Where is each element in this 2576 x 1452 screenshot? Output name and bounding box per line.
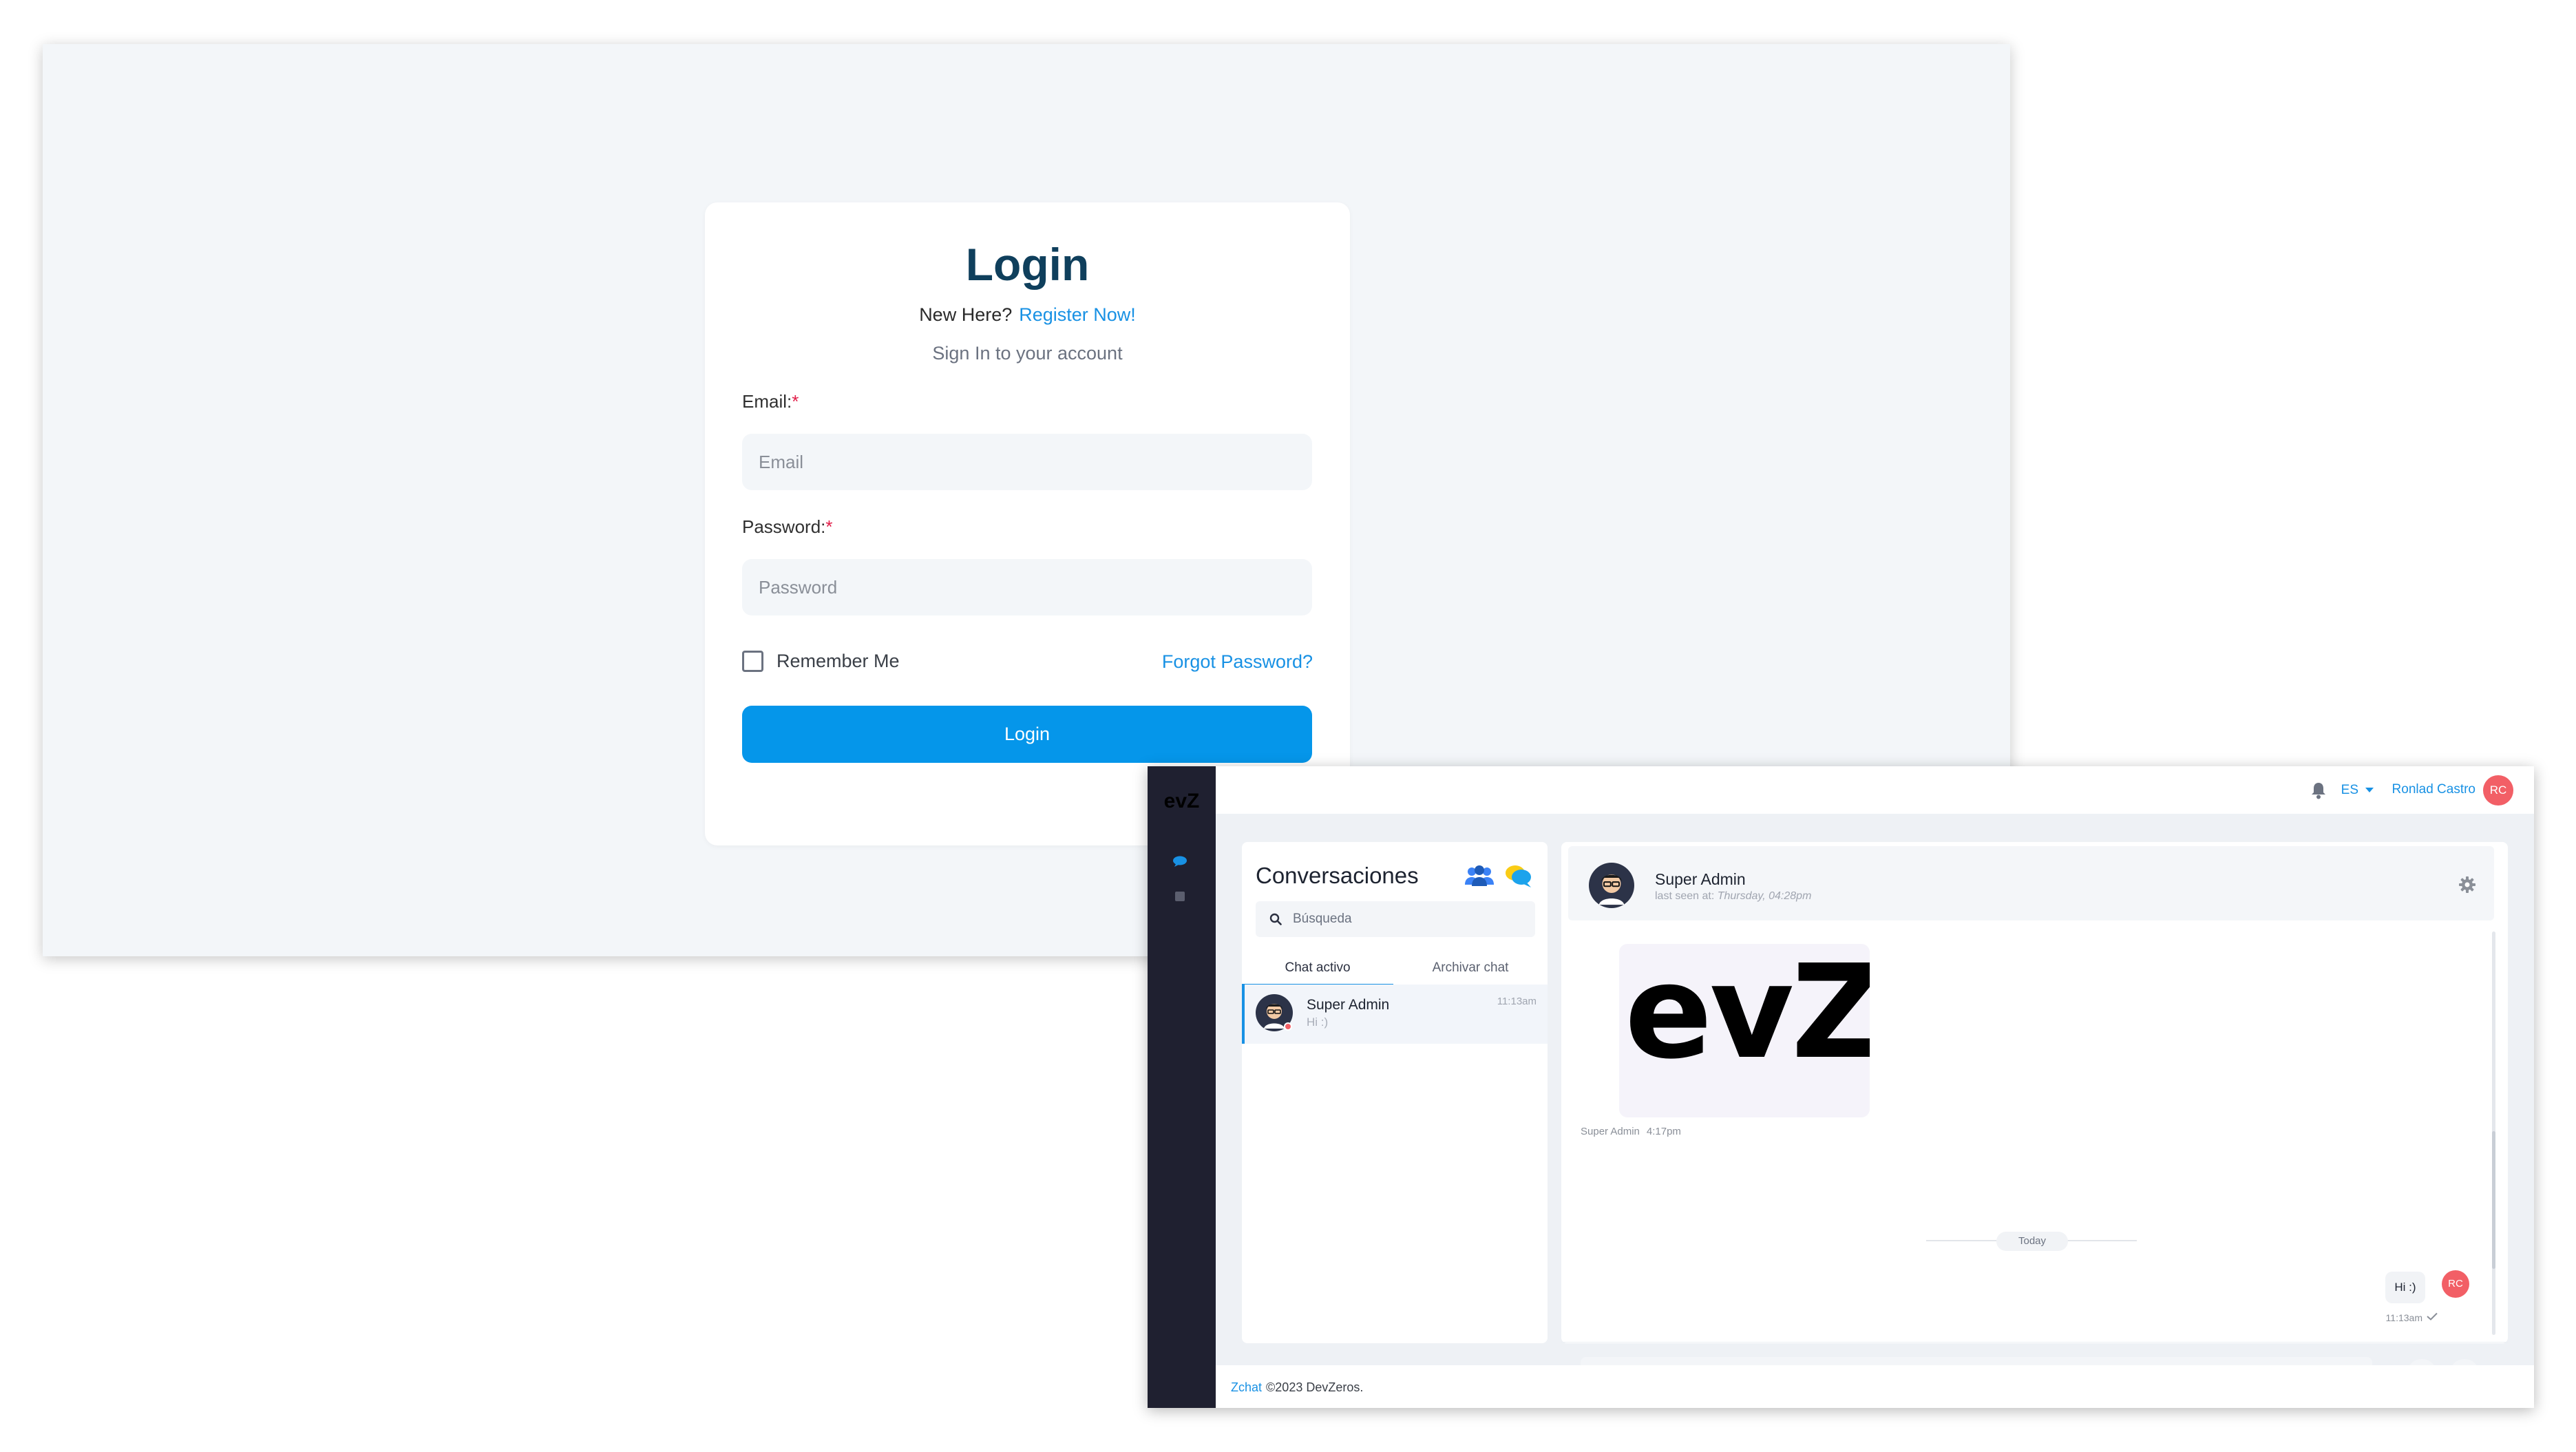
divider-line [2061, 1240, 2137, 1241]
user-avatar[interactable]: RC [2483, 775, 2513, 806]
topbar: ES Ronlad Castro RC [1216, 766, 2534, 814]
conversation-time: 11:13am [1497, 996, 1537, 1007]
scrollbar[interactable] [2492, 932, 2495, 1335]
footer-text: Zchat ©2023 DevZeros. [1231, 1380, 1364, 1394]
last-seen: last seen at: Thursday, 04:28pm [1655, 890, 1812, 902]
tab-active-chat[interactable]: Chat activo [1242, 960, 1393, 986]
conversations-panel: Conversaciones Chat activo Archivar chat [1242, 842, 1548, 1343]
password-label: Password:* [742, 516, 833, 537]
chat-bubble-icon[interactable] [1172, 856, 1187, 867]
register-link[interactable]: Register Now! [1019, 304, 1136, 325]
footer: Zchat ©2023 DevZeros. [1216, 1365, 2534, 1408]
language-select[interactable]: ES [2341, 783, 2374, 798]
sidebar-logo[interactable]: evZ [1148, 790, 1216, 813]
login-button[interactable]: Login [742, 706, 1312, 763]
my-message-bubble: Hi :) [2385, 1272, 2425, 1303]
avatar[interactable] [1589, 863, 1634, 908]
password-field[interactable] [742, 559, 1312, 615]
footer-link[interactable]: Zchat [1231, 1380, 1262, 1394]
gear-icon[interactable] [2458, 876, 2476, 894]
required-mark: * [825, 516, 833, 537]
conversation-name: Super Admin [1307, 997, 1390, 1013]
message-time: 11:13am [2385, 1312, 2422, 1323]
users-icon[interactable] [1464, 864, 1495, 887]
chat-header: Super Admin last seen at: Thursday, 04:2… [1568, 846, 2494, 920]
required-mark: * [792, 391, 799, 412]
login-title: Login [965, 239, 1090, 290]
contact-name: Super Admin [1655, 870, 1746, 888]
bell-icon[interactable] [2310, 781, 2327, 799]
user-name[interactable]: Ronlad Castro [2392, 782, 2475, 797]
contacts-square-icon[interactable] [1175, 892, 1185, 901]
email-label: Email:* [742, 391, 799, 412]
remember-me-checkbox[interactable] [742, 651, 763, 672]
sidebar: evZ [1148, 766, 1216, 1408]
search-icon [1269, 913, 1282, 925]
register-prompt: New Here? Register Now! [705, 304, 1350, 326]
check-icon [2427, 1312, 2438, 1321]
new-here-text: New Here? [919, 304, 1013, 325]
caret-down-icon [2365, 788, 2374, 793]
image-message[interactable]: evZ [1619, 944, 1870, 1117]
login-subtitle: Sign In to your account [932, 343, 1123, 364]
login-card: Login New Here? Register Now! Sign In to … [705, 202, 1350, 845]
search-input[interactable] [1293, 901, 1527, 937]
conversation-list-item[interactable]: Super Admin Hi :) 11:13am [1242, 985, 1548, 1044]
remember-me-label[interactable]: Remember Me [777, 651, 900, 672]
message-meta: Super Admin 4:17pm [1581, 1126, 1681, 1137]
divider [1561, 1342, 2508, 1343]
email-field[interactable] [742, 434, 1312, 490]
chat-main: Super Admin last seen at: Thursday, 04:2… [1561, 842, 2508, 1391]
tab-archive-chat[interactable]: Archivar chat [1395, 960, 1546, 984]
conversations-title: Conversaciones [1256, 863, 1419, 888]
conversation-preview: Hi :) [1307, 1016, 1329, 1029]
scrollbar-thumb[interactable] [2492, 1131, 2495, 1269]
forgot-password-link[interactable]: Forgot Password? [1162, 651, 1313, 673]
divider-line [1926, 1240, 2002, 1241]
avatar: RC [2442, 1270, 2469, 1298]
status-badge [1284, 1022, 1292, 1031]
image-logo-text: evZ [1625, 944, 1870, 1088]
chats-icon[interactable] [1504, 863, 1533, 889]
chat-window: evZ ES Ronlad Castro RC Conversaciones B… [1148, 766, 2534, 1408]
conversation-search [1256, 901, 1535, 937]
day-label: Today [1996, 1232, 2068, 1251]
